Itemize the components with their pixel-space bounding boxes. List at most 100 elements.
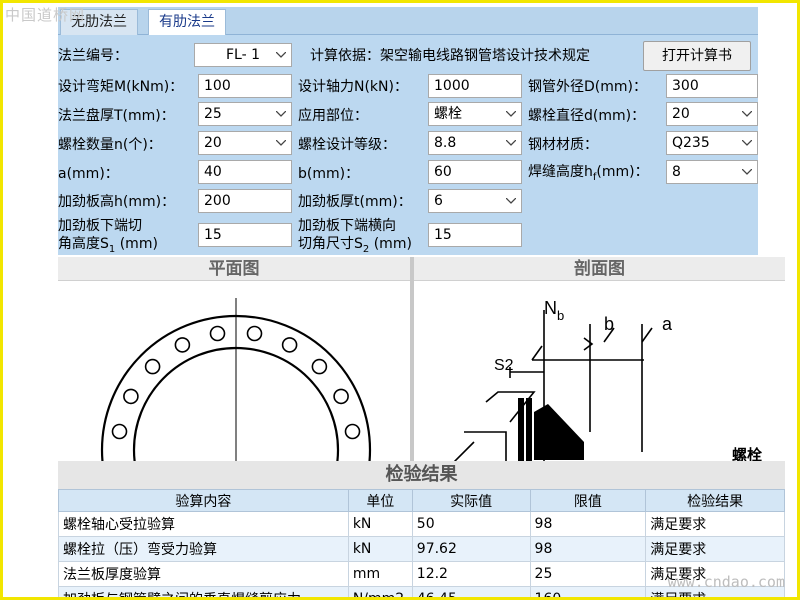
s2-input[interactable]: 15 xyxy=(428,223,522,247)
bolt-hole xyxy=(174,337,191,353)
flange-no-value: FL- 1 xyxy=(225,47,260,63)
bolt-hole xyxy=(144,358,161,375)
bolt-hole xyxy=(311,358,328,375)
pipe-dia-label: 钢管外径D(mm)： xyxy=(528,79,647,95)
table-row[interactable]: 螺栓拉（压）弯受力验算 kN 97.62 98 满足要求 xyxy=(58,536,785,562)
moment-label: 设计弯矩M(kNm)： xyxy=(58,79,184,95)
app-window: 中国道桥网 无肋法兰 有肋法兰 法兰编号： FL- 1 计算依据：架空输电线路钢… xyxy=(0,0,800,600)
bolt-dia-value: 20 xyxy=(672,106,690,122)
position-label: 应用部位： xyxy=(298,108,368,124)
calc-basis-text: 计算依据：架空输电线路钢管塔设计技术规定 xyxy=(310,48,590,64)
chevron-down-icon xyxy=(275,132,287,154)
cell-result: 满足要求 xyxy=(645,536,785,562)
weld-height-value: 8 xyxy=(672,164,681,180)
axial-input[interactable]: 1000 xyxy=(428,74,522,98)
chevron-down-icon xyxy=(275,103,287,125)
s2-label-unit: (mm) xyxy=(369,236,412,252)
bolt-hole xyxy=(123,388,139,405)
chevron-down-icon xyxy=(275,44,287,66)
bolt-grade-label: 螺栓设计等级： xyxy=(298,137,396,153)
cell-actual: 12.2 xyxy=(411,561,531,587)
a-input[interactable]: 40 xyxy=(198,160,292,184)
moment-input[interactable]: 100 xyxy=(198,74,292,98)
b-label: b(mm)： xyxy=(298,166,360,182)
cell-unit: mm xyxy=(347,561,413,587)
bolt-hole xyxy=(209,325,226,342)
col-unit[interactable]: 单位 xyxy=(347,489,413,512)
watermark-top: 中国道桥网 xyxy=(5,6,86,24)
open-calc-report-button[interactable]: 打开计算书 xyxy=(643,41,751,71)
plate-thk-select[interactable]: 25 xyxy=(198,102,292,126)
bolt-grade-value: 8.8 xyxy=(434,135,457,151)
rib-height-label: 加劲板高h(mm)： xyxy=(58,194,176,210)
cell-check-item: 加劲板与钢管壁之间的垂直焊缝剪应力 xyxy=(58,586,349,597)
drawings-panel: 平面图 剖面图 Nb b a S2 螺栓 xyxy=(58,257,785,461)
rib-thk-value: 6 xyxy=(434,193,443,209)
steel-label: 钢材材质： xyxy=(528,137,598,153)
bolt-dia-select[interactable]: 20 xyxy=(666,102,758,126)
bolt-hole xyxy=(281,337,298,353)
axial-label: 设计轴力N(kN)： xyxy=(298,79,408,95)
bolt-num-label: 螺栓数量n(个)： xyxy=(58,137,162,153)
tab-bar: 无肋法兰 有肋法兰 xyxy=(58,7,758,36)
s1-label-line2: 角高度S1 (mm) xyxy=(58,235,158,259)
position-select[interactable]: 螺栓 xyxy=(428,102,522,126)
b-input[interactable]: 60 xyxy=(428,160,522,184)
weld-height-select[interactable]: 8 xyxy=(666,160,758,184)
results-header-row: 验算内容 单位 实际值 限值 检验结果 xyxy=(58,489,785,512)
bolt-grade-select[interactable]: 8.8 xyxy=(428,131,522,155)
cell-actual: 50 xyxy=(411,511,531,537)
a-label: a(mm)： xyxy=(58,166,119,182)
bolt-hole xyxy=(246,325,263,342)
rib-thk-label: 加劲板厚t(mm)： xyxy=(298,194,412,210)
bolt-num-select[interactable]: 20 xyxy=(198,131,292,155)
cell-actual: 97.62 xyxy=(411,536,531,562)
plate-thk-label: 法兰盘厚T(mm)： xyxy=(58,108,175,124)
col-check-item[interactable]: 验算内容 xyxy=(58,489,349,512)
section-view-title: 剖面图 xyxy=(414,257,785,281)
a-dim-label: a xyxy=(662,314,673,334)
cell-check-item: 法兰板厚度验算 xyxy=(58,561,349,587)
rib-height-input[interactable]: 200 xyxy=(198,189,292,213)
col-result[interactable]: 检验结果 xyxy=(645,489,785,512)
s1-label-text: 角高度S xyxy=(58,236,109,252)
s2-label-line2: 切角尺寸S2 (mm) xyxy=(298,235,412,259)
plate-thk-value: 25 xyxy=(204,106,222,122)
flange-no-select[interactable]: FL- 1 xyxy=(194,43,292,67)
nb-label-sub: b xyxy=(557,308,564,323)
plan-view-drawing xyxy=(100,298,372,461)
steel-select[interactable]: Q235 xyxy=(666,131,758,155)
s1-input[interactable]: 15 xyxy=(198,223,292,247)
flange-no-label: 法兰编号： xyxy=(58,48,128,64)
weld-label-unit: (mm)： xyxy=(596,164,649,180)
weld-label-text: 焊缝高度h xyxy=(528,164,593,180)
cell-unit: N/mm2 xyxy=(347,586,413,597)
weld-height-label: 焊缝高度hf(mm)： xyxy=(528,163,649,187)
chevron-down-icon xyxy=(505,132,517,154)
bolt-section-label: 螺栓 xyxy=(732,446,762,461)
cell-result: 满足要求 xyxy=(645,511,785,537)
nb-label: Nb xyxy=(544,298,564,323)
s2-label-line1: 加劲板下端横向 xyxy=(298,218,396,234)
position-value: 螺栓 xyxy=(434,106,462,122)
col-actual[interactable]: 实际值 xyxy=(411,489,531,512)
cell-limit: 160 xyxy=(529,586,647,597)
tab-rib-flange[interactable]: 有肋法兰 xyxy=(148,9,226,36)
nb-label-letter: N xyxy=(544,298,557,318)
cell-check-item: 螺栓轴心受拉验算 xyxy=(58,511,349,537)
results-title: 检验结果 xyxy=(58,461,785,489)
chevron-down-icon xyxy=(505,190,517,212)
col-limit[interactable]: 限值 xyxy=(529,489,647,512)
steel-value: Q235 xyxy=(672,135,710,151)
rib-thk-select[interactable]: 6 xyxy=(428,189,522,213)
cell-check-item: 螺栓拉（压）弯受力验算 xyxy=(58,536,349,562)
cell-limit: 98 xyxy=(529,511,647,537)
cell-unit: kN xyxy=(347,536,413,562)
chevron-down-icon xyxy=(505,103,517,125)
input-form: 法兰编号： FL- 1 计算依据：架空输电线路钢管塔设计技术规定 打开计算书 设… xyxy=(58,35,758,255)
bolt-hole xyxy=(344,423,361,440)
chevron-down-icon xyxy=(741,103,753,125)
table-row[interactable]: 螺栓轴心受拉验算 kN 50 98 满足要求 xyxy=(58,511,785,537)
pipe-dia-input[interactable]: 300 xyxy=(666,74,758,98)
chevron-down-icon xyxy=(741,132,753,154)
